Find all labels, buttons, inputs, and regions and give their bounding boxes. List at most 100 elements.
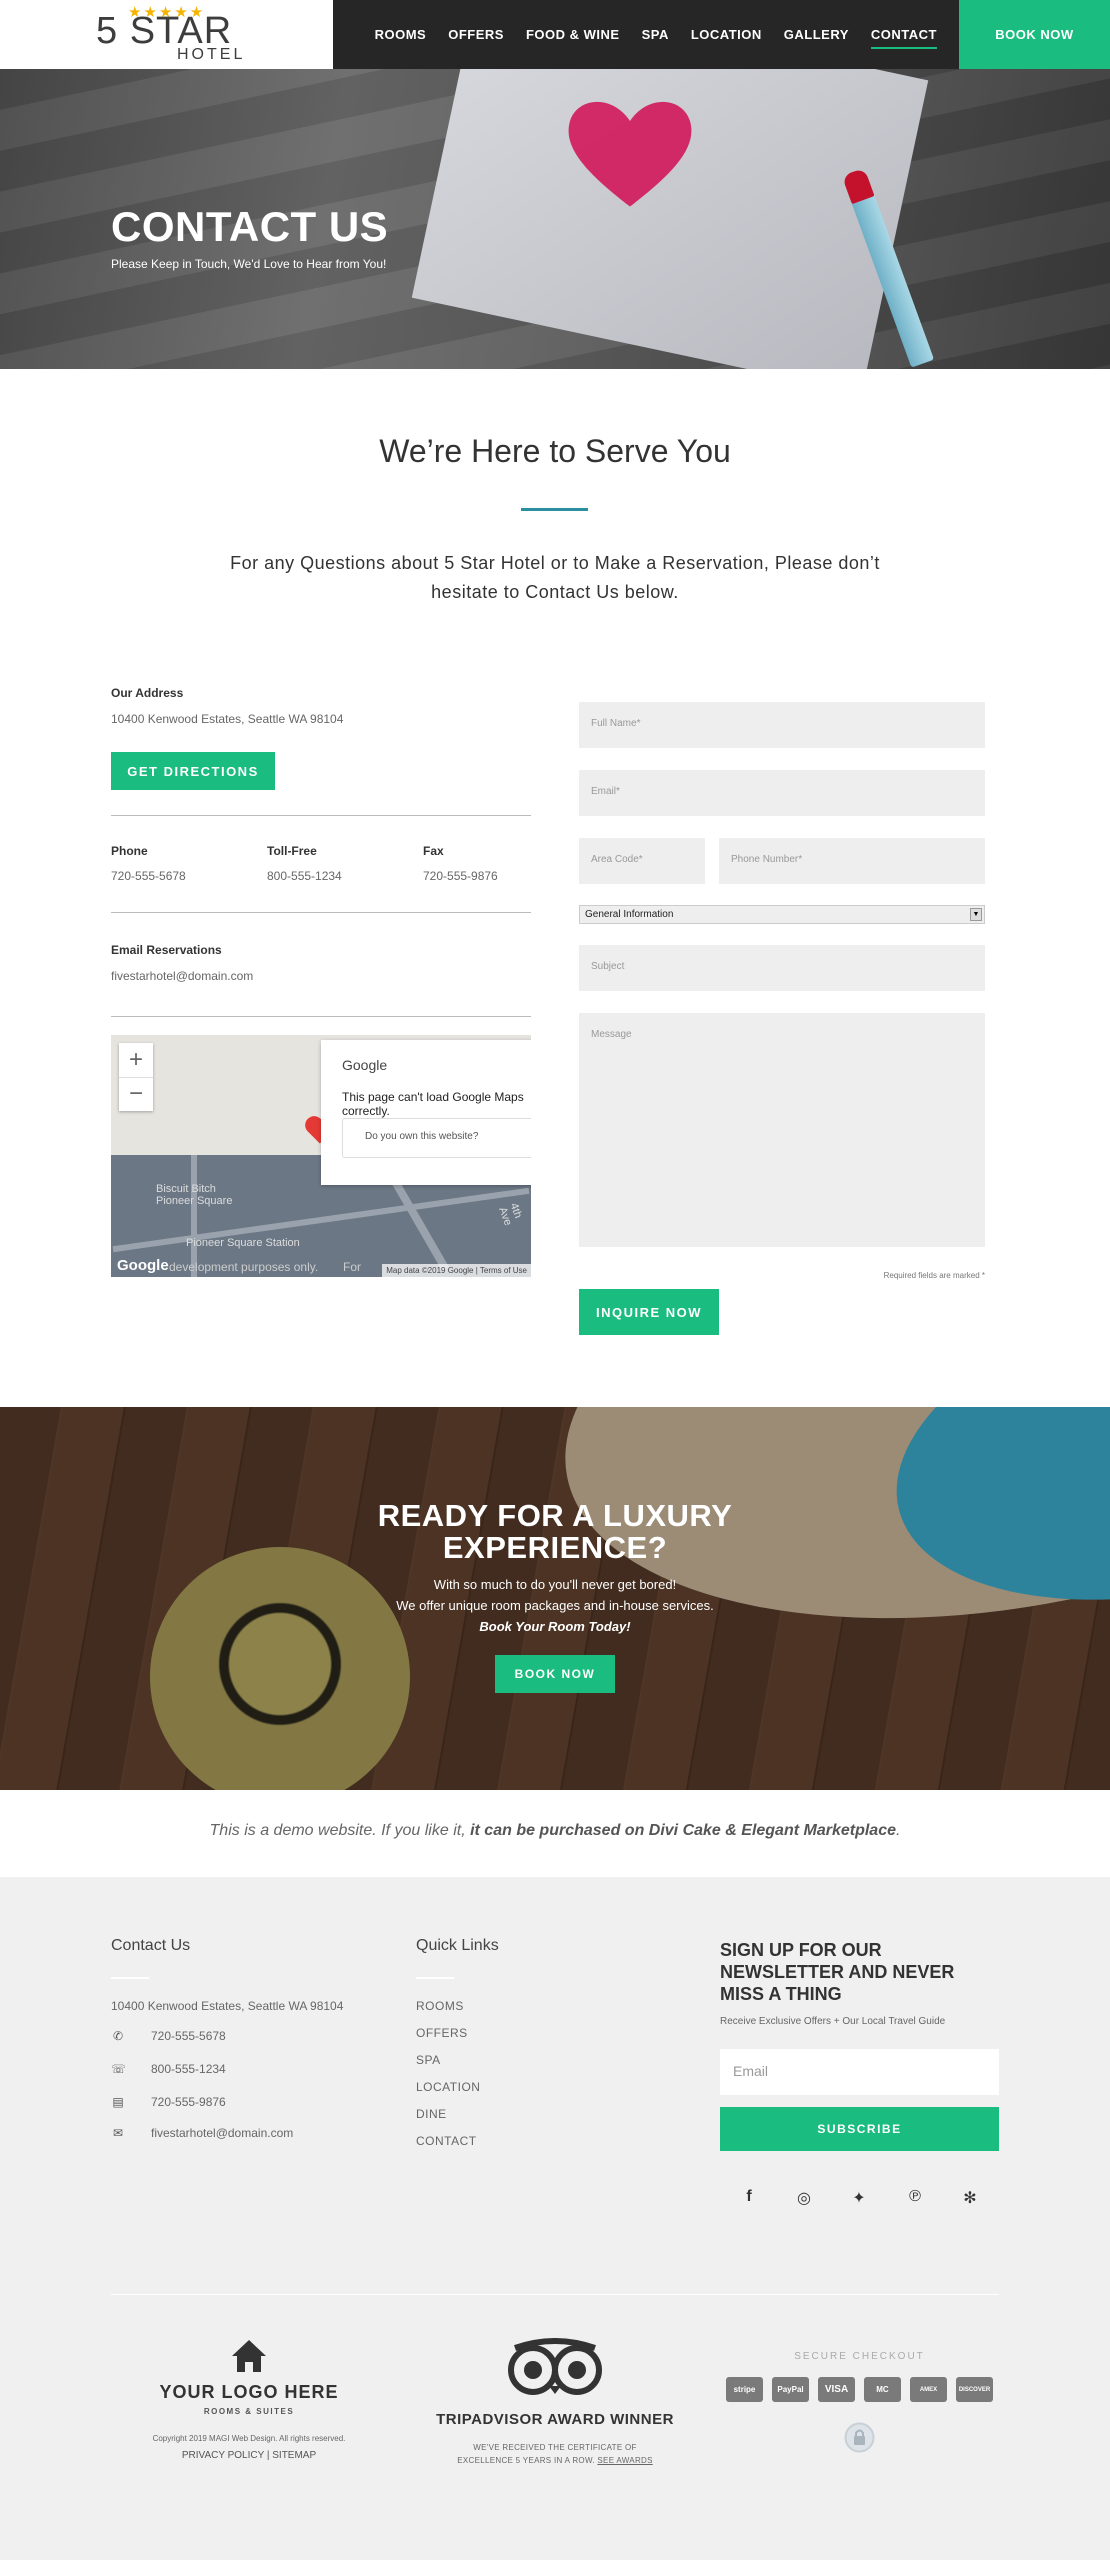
footer-fax: 720-555-9876	[151, 2095, 226, 2109]
amex-icon: AMEX	[910, 2377, 947, 2402]
zoom-in-button[interactable]: +	[119, 1043, 153, 1078]
required-note: Required fields are marked *	[883, 1271, 985, 1280]
tollfree-value[interactable]: 800-555-1234	[267, 869, 342, 883]
get-directions-button[interactable]: GET DIRECTIONS	[111, 752, 275, 790]
tripadvisor-owl-icon	[508, 2338, 602, 2395]
address-label: Our Address	[111, 686, 184, 700]
footer-logo-title[interactable]: YOUR LOGO HERE	[111, 2382, 387, 2403]
nav-gallery[interactable]: GALLERY	[784, 24, 849, 45]
footer-phone[interactable]: 720-555-5678	[151, 2029, 226, 2043]
own-website-button[interactable]: Do you own this website?	[342, 1118, 531, 1158]
book-now-header-button[interactable]: BOOK NOW	[959, 0, 1110, 69]
footer-link-offers[interactable]: OFFERS	[416, 2026, 468, 2040]
map-for-text: For	[343, 1260, 361, 1274]
map-data-attribution[interactable]: Map data ©2019 Google | Terms of Use	[382, 1264, 531, 1277]
tollfree-label: Toll-Free	[267, 844, 317, 858]
nav-offers[interactable]: OFFERS	[448, 24, 504, 45]
page-title: CONTACT US	[111, 203, 389, 250]
map-zoom-control: + −	[119, 1043, 153, 1111]
divider	[111, 1016, 531, 1017]
heart-image	[568, 101, 692, 207]
google-map[interactable]: Biscuit Bitch Pioneer Square Pioneer Squ…	[111, 1035, 531, 1277]
google-logo: Google	[342, 1057, 388, 1073]
footer-contact-title: Contact Us	[111, 1937, 191, 1954]
footer-link-rooms[interactable]: ROOMS	[416, 1999, 464, 2013]
zoom-out-button[interactable]: −	[119, 1078, 153, 1112]
fax-label: Fax	[423, 844, 444, 858]
see-awards-link[interactable]: SEE AWARDS	[597, 2456, 652, 2465]
nav-location[interactable]: LOCATION	[691, 24, 762, 45]
instagram-icon[interactable]: ◎	[793, 2188, 815, 2208]
phone-label: Phone	[111, 844, 148, 858]
main-nav: ROOMS OFFERS FOOD & WINE SPA LOCATION GA…	[333, 0, 959, 69]
lock-icon	[844, 2422, 875, 2453]
luxury-banner: READY FOR A LUXURY EXPERIENCE? With so m…	[0, 1407, 1110, 1790]
footer-tollfree[interactable]: 800-555-1234	[151, 2062, 226, 2076]
demo-notice: This is a demo website. If you like it, …	[209, 1822, 901, 1839]
award-line-1: WE'VE RECEIVED THE CERTIFICATE OF	[473, 2443, 637, 2452]
nav-contact[interactable]: CONTACT	[870, 24, 938, 49]
google-watermark: Google	[117, 1257, 169, 1274]
facebook-icon[interactable]: f	[738, 2188, 760, 2206]
email-reservations-value[interactable]: fivestarhotel@domain.com	[111, 969, 253, 983]
discover-icon: DISCOVER	[956, 2377, 993, 2402]
hero-banner: CONTACT US Please Keep in Touch, We'd Lo…	[0, 69, 1110, 369]
luxury-line-2: We offer unique room packages and in-hou…	[396, 1598, 714, 1613]
map-station-label: Pioneer Square Station	[186, 1237, 300, 1249]
pinterest-icon[interactable]: ℗	[904, 2188, 926, 2206]
full-name-input[interactable]: Full Name*	[579, 702, 985, 748]
nav-spa[interactable]: SPA	[642, 24, 669, 45]
twitter-icon[interactable]: ✦	[848, 2188, 870, 2208]
area-code-input[interactable]: Area Code*	[579, 838, 705, 884]
subscribe-button[interactable]: SUBSCRIBE	[720, 2107, 999, 2151]
divider	[111, 815, 531, 816]
award-line-2: EXCELLENCE 5 YEARS IN A ROW.	[457, 2456, 595, 2465]
phone-value[interactable]: 720-555-5678	[111, 869, 186, 883]
award-title: TRIPADVISOR AWARD WINNER	[436, 2411, 674, 2428]
luxury-line-1: With so much to do you'll never get bore…	[433, 1577, 677, 1592]
privacy-sitemap-links[interactable]: PRIVACY POLICY | SITEMAP	[111, 2450, 387, 2461]
footer-links-title: Quick Links	[416, 1937, 499, 1954]
logo-sub-text: HOTEL	[177, 46, 246, 63]
footer-logo-subtitle: ROOMS & SUITES	[203, 2407, 295, 2416]
nav-food-wine[interactable]: FOOD & WINE	[526, 24, 620, 45]
phone-number-input[interactable]: Phone Number*	[719, 838, 985, 884]
footer-link-contact[interactable]: CONTACT	[416, 2134, 477, 2148]
nav-rooms[interactable]: ROOMS	[375, 24, 427, 45]
inquiry-type-select[interactable]: General Information ▼	[579, 905, 985, 924]
site-header: ★★★★★ 5 STAR HOTEL ROOMS OFFERS FOOD & W…	[0, 0, 1110, 69]
phone-icon: ✆	[112, 2029, 124, 2043]
book-now-banner-button[interactable]: BOOK NOW	[495, 1655, 615, 1693]
intro-heading: We’re Here to Serve You	[379, 433, 731, 469]
yelp-icon[interactable]: ✻	[959, 2188, 981, 2208]
subject-input[interactable]: Subject	[579, 945, 985, 991]
luxury-title: READY FOR A LUXURY EXPERIENCE?	[377, 1498, 733, 1565]
footer-link-location[interactable]: LOCATION	[416, 2080, 480, 2094]
site-logo[interactable]: ★★★★★ 5 STAR HOTEL	[0, 0, 333, 69]
newsletter-email-input[interactable]: Email	[720, 2049, 999, 2095]
inquire-now-button[interactable]: INQUIRE NOW	[579, 1289, 719, 1335]
newsletter-title: SIGN UP FOR OUR NEWSLETTER AND NEVER MIS…	[720, 1940, 955, 2004]
copyright-text: Copyright 2019 MAGI Web Design. All righ…	[152, 2434, 346, 2443]
footer-link-dine[interactable]: DINE	[416, 2107, 447, 2121]
site-footer: Contact Us 10400 Kenwood Estates, Seattl…	[0, 1877, 1110, 2560]
intro-divider	[521, 508, 588, 511]
marketplace-link[interactable]: it can be purchased on Divi Cake & Elega…	[470, 1822, 896, 1839]
message-textarea[interactable]: Message	[579, 1013, 985, 1247]
paypal-icon: PayPal	[772, 2377, 809, 2402]
fax-value: 720-555-9876	[423, 869, 498, 883]
email-input[interactable]: Email*	[579, 770, 985, 816]
page-subtitle: Please Keep in Touch, We'd Love to Hear …	[111, 257, 387, 271]
secure-checkout-title: SECURE CHECKOUT	[794, 2351, 925, 2362]
footer-link-spa[interactable]: SPA	[416, 2053, 441, 2067]
envelope-icon: ✉	[112, 2126, 124, 2140]
fax-icon: ▤	[112, 2095, 124, 2109]
footer-divider	[111, 2294, 999, 2295]
newsletter-subtitle: Receive Exclusive Offers + Our Local Tra…	[720, 2016, 946, 2027]
footer-email[interactable]: fivestarhotel@domain.com	[151, 2126, 293, 2140]
home-icon	[232, 2340, 266, 2372]
visa-icon: VISA	[818, 2377, 855, 2402]
select-value: General Information	[585, 909, 674, 920]
intro-text: For any Questions about 5 Star Hotel or …	[230, 553, 880, 602]
map-place-label: Biscuit Bitch Pioneer Square	[156, 1183, 233, 1207]
